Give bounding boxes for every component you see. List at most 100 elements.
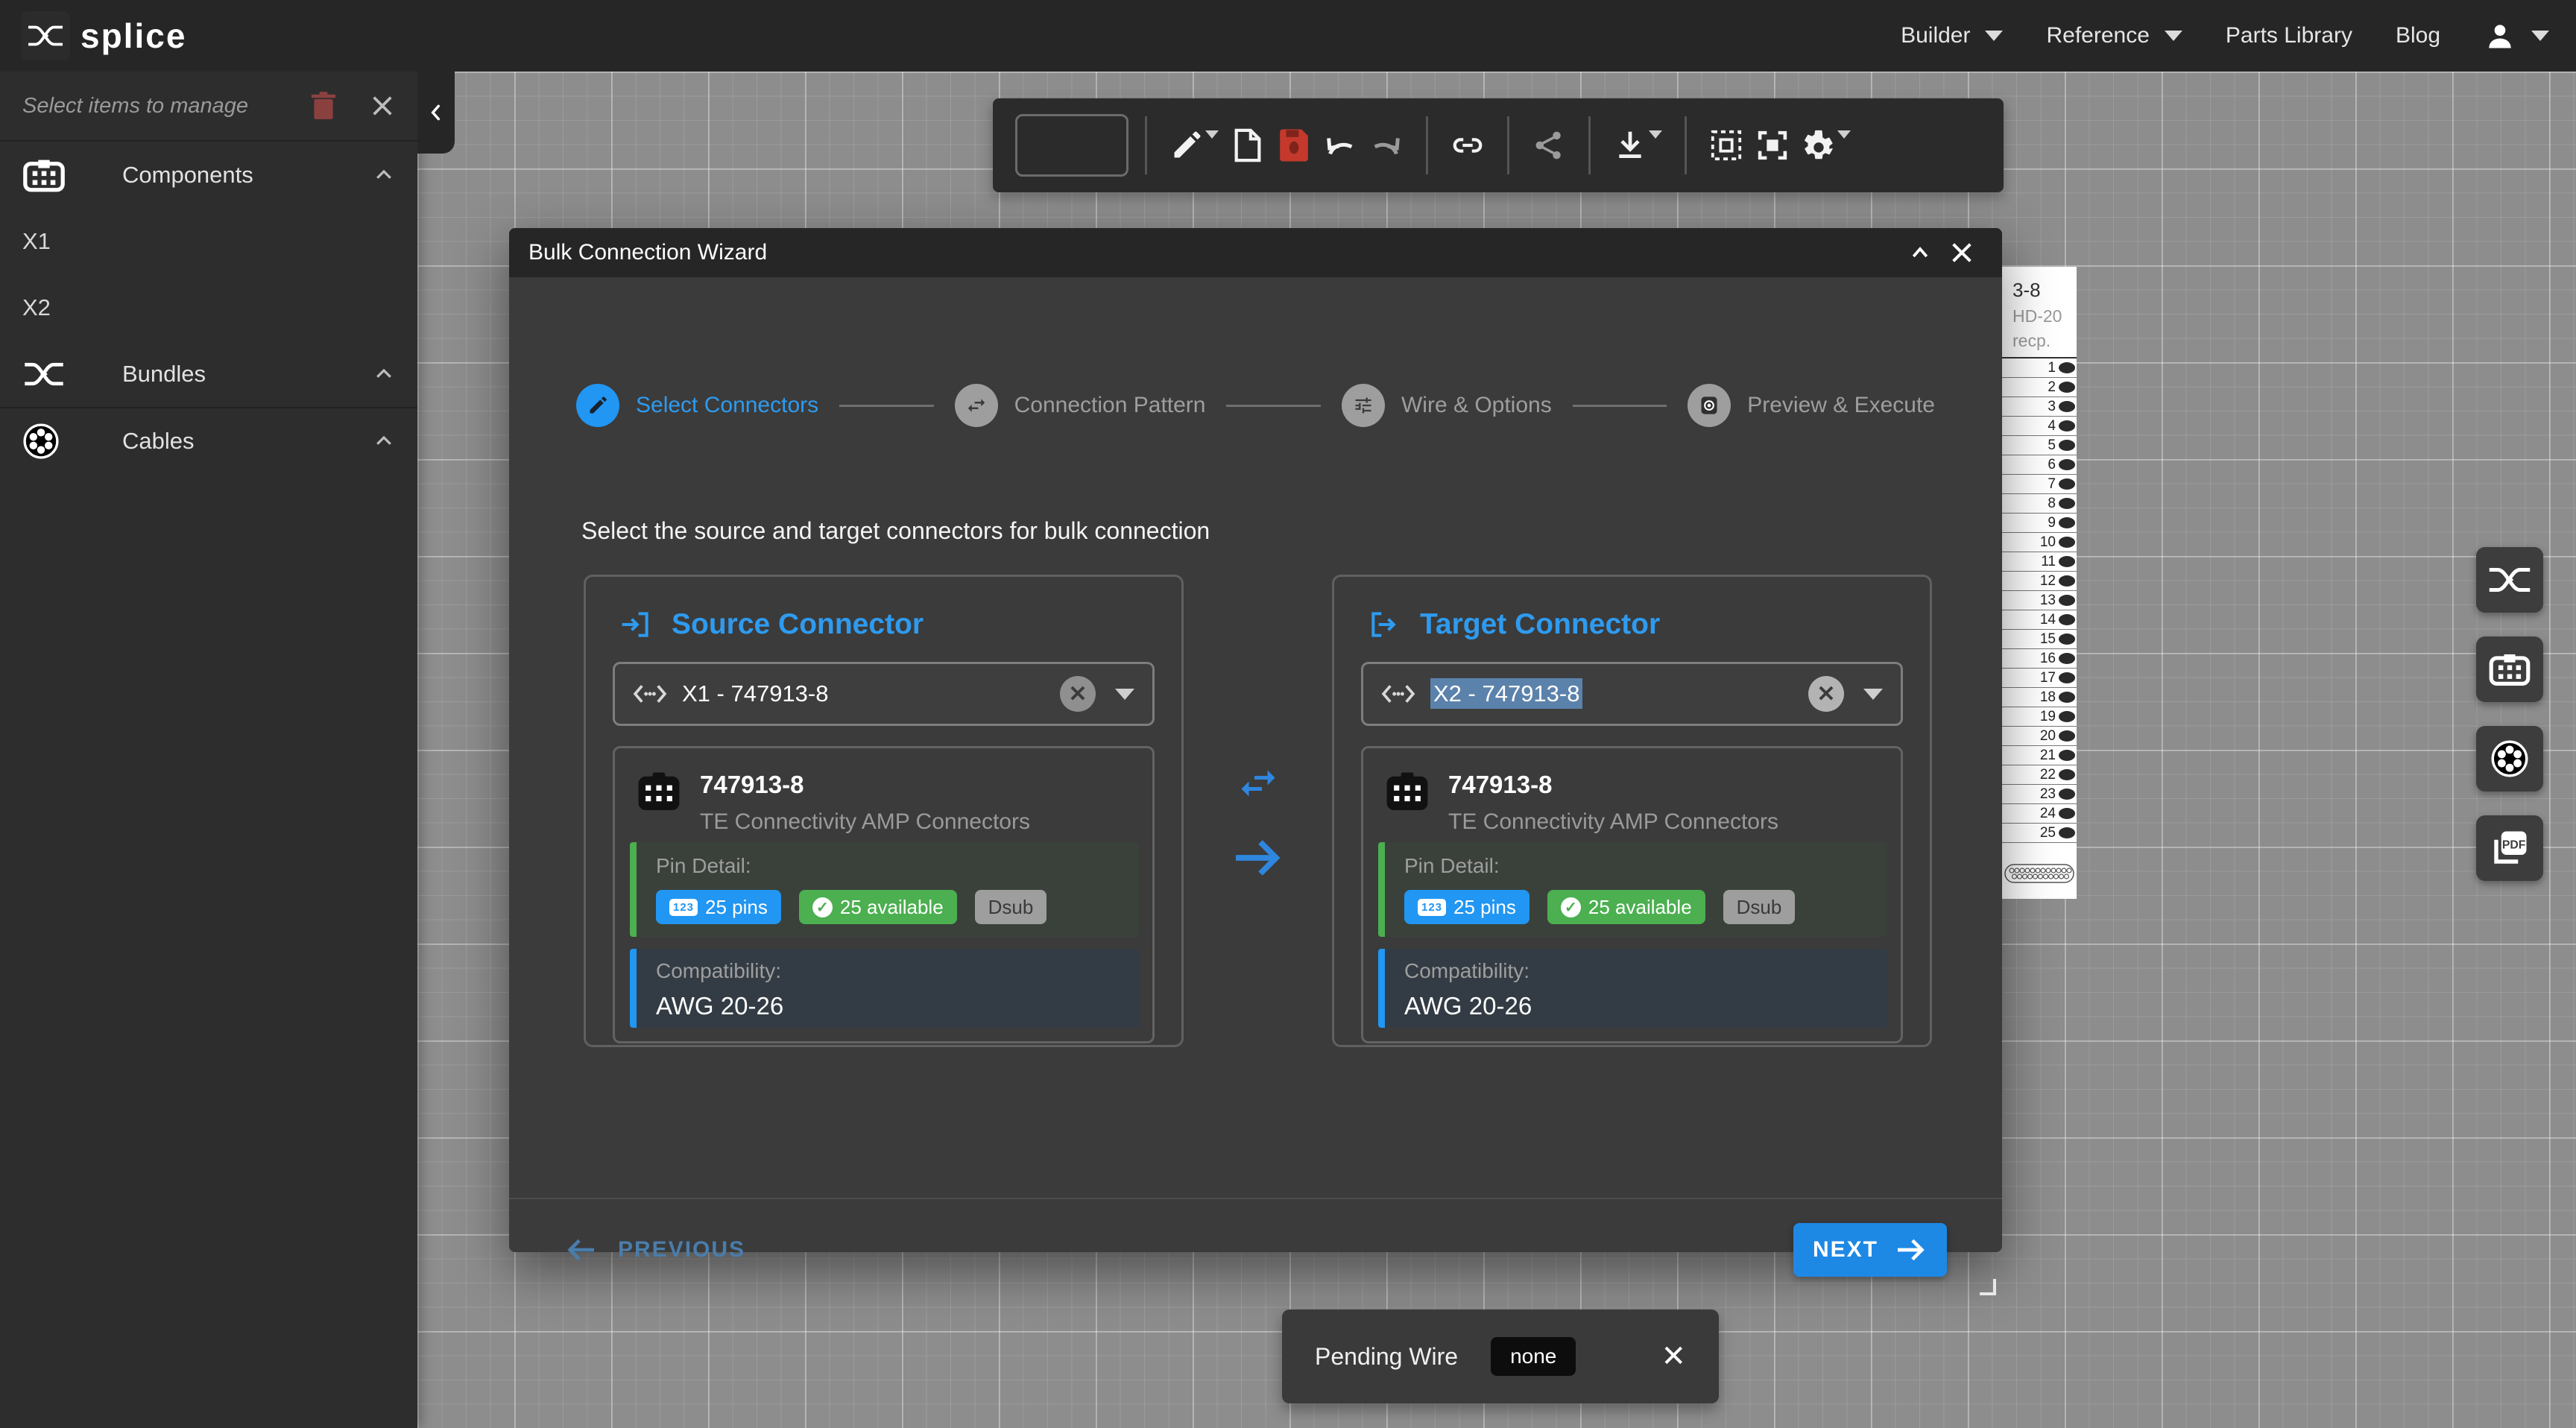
dialog-titlebar[interactable]: Bulk Connection Wizard — [509, 228, 2002, 277]
download-button[interactable] — [1607, 114, 1653, 177]
link-button[interactable] — [1445, 114, 1491, 177]
step-wire-options[interactable]: Wire & Options — [1342, 384, 1552, 427]
add-cable-button[interactable] — [2476, 726, 2543, 792]
trash-icon[interactable] — [310, 91, 337, 121]
connector-datasheet-preview[interactable]: 3-8 HD-20 recp. 123456789101112131415161… — [2002, 267, 2077, 899]
next-button[interactable]: NEXT — [1793, 1223, 1947, 1277]
pin-detail-label: Pin Detail: — [656, 854, 1139, 878]
sidebar-section-components[interactable]: Components — [0, 142, 417, 208]
preview-step-icon — [1688, 384, 1731, 427]
app-logo[interactable]: splice — [0, 11, 186, 60]
part-pin-row: 2 — [2002, 378, 2077, 397]
compatibility-box: Compatibility: AWG 20-26 — [630, 949, 1139, 1028]
share-button[interactable] — [1526, 114, 1572, 177]
dialog-close-button[interactable] — [1941, 232, 1983, 274]
sidebar-section-bundles[interactable]: Bundles — [0, 341, 417, 407]
undo-button[interactable] — [1317, 114, 1363, 177]
add-splice-button[interactable] — [2476, 547, 2543, 613]
part-pin-row: 11 — [2002, 552, 2077, 572]
toast-close-icon[interactable]: ✕ — [1661, 1342, 1686, 1371]
toolbar-divider — [1426, 116, 1428, 174]
dialog-collapse-button[interactable] — [1899, 232, 1941, 274]
chevron-up-icon — [1909, 241, 1931, 264]
user-menu[interactable] — [2484, 19, 2549, 52]
top-navigation: Builder Reference Parts Library Blog — [1901, 0, 2549, 72]
download-dropdown-caret[interactable] — [1649, 139, 1662, 152]
user-icon — [2484, 19, 2516, 52]
previous-button[interactable]: PREVIOUS — [564, 1236, 745, 1263]
target-select-value: X2 - 747913-8 — [1430, 680, 1808, 707]
sidebar-section-cables[interactable]: Cables — [0, 407, 417, 473]
sidebar-item-x2[interactable]: X2 — [0, 274, 417, 341]
dialog-body: Select Connectors Connection Pattern Wir… — [509, 277, 2002, 1199]
part-connector-icon — [636, 771, 682, 812]
clear-target-button[interactable]: ✕ — [1808, 676, 1844, 712]
clear-source-button[interactable]: ✕ — [1060, 676, 1096, 712]
dialog-title: Bulk Connection Wizard — [528, 240, 1899, 265]
selected-text-highlight: X2 - 747913-8 — [1430, 678, 1582, 709]
check-icon: ✓ — [1561, 897, 1581, 917]
nav-reference[interactable]: Reference — [2046, 23, 2182, 48]
close-selection-icon[interactable] — [370, 93, 395, 119]
sidebar-collapse-button[interactable] — [417, 72, 455, 154]
wizard-steps: Select Connectors Connection Pattern Wir… — [576, 376, 1935, 435]
chevron-up-icon[interactable] — [373, 363, 395, 385]
chevron-down-icon — [1115, 689, 1134, 700]
source-icon — [619, 608, 652, 641]
settings-gear-button[interactable] — [1796, 114, 1842, 177]
nav-blog[interactable]: Blog — [2396, 23, 2440, 48]
chevron-left-icon — [426, 103, 446, 122]
new-file-button[interactable] — [1225, 114, 1271, 177]
diagram-name-input[interactable] — [1015, 114, 1128, 177]
tune-step-icon — [1342, 384, 1385, 427]
pin-contact-dot — [2059, 730, 2075, 742]
wire-side-label: wire side — [2012, 898, 2077, 899]
part-pin-row: 16 — [2002, 649, 2077, 669]
select-region-button[interactable] — [1703, 114, 1749, 177]
swap-direction-icon[interactable] — [1236, 761, 1281, 806]
part-pin-row: 1 — [2002, 358, 2077, 378]
target-part-detail: 747913-8 TE Connectivity AMP Connectors … — [1361, 746, 1903, 1043]
topbar: splice Builder Reference Parts Library B… — [0, 0, 2576, 72]
part-pin-row: 25 — [2002, 824, 2077, 843]
sidebar-header: Select items to manage — [0, 72, 417, 142]
toolbar-divider — [1507, 116, 1509, 174]
wizard-instruction: Select the source and target connectors … — [581, 517, 1210, 545]
edit-pencil-button[interactable] — [1164, 114, 1210, 177]
add-connector-button[interactable] — [2476, 636, 2543, 702]
settings-dropdown-caret[interactable] — [1837, 139, 1851, 152]
app-name: splice — [80, 16, 186, 56]
pin-contact-dot — [2059, 750, 2075, 761]
right-tool-palette: PDF — [2476, 547, 2543, 881]
part-pin-row: 24 — [2002, 804, 2077, 824]
sidebar-item-x1[interactable]: X1 — [0, 208, 417, 274]
cable-cross-section-icon — [22, 423, 69, 460]
target-connector-select[interactable]: X2 - 747913-8 ✕ — [1361, 662, 1903, 726]
nav-builder[interactable]: Builder — [1901, 23, 2003, 48]
chevron-down-icon — [1985, 31, 2003, 41]
arrow-right-icon — [1895, 1236, 1928, 1263]
select-items-placeholder[interactable]: Select items to manage — [22, 94, 310, 119]
pending-wire-toast: Pending Wire none ✕ — [1282, 1309, 1719, 1403]
step-connection-pattern[interactable]: Connection Pattern — [955, 384, 1206, 427]
edit-dropdown-caret[interactable] — [1205, 139, 1219, 152]
compatibility-label: Compatibility: — [1404, 959, 1887, 983]
export-pdf-button[interactable]: PDF — [2476, 815, 2543, 881]
nav-parts-library[interactable]: Parts Library — [2226, 23, 2352, 48]
pin-contact-dot — [2059, 672, 2075, 683]
pending-wire-label: Pending Wire — [1315, 1343, 1458, 1371]
step-preview-execute[interactable]: Preview & Execute — [1688, 384, 1935, 427]
save-button[interactable] — [1271, 114, 1317, 177]
pin-contact-dot — [2059, 537, 2075, 548]
dialog-resize-handle[interactable] — [1980, 1279, 1996, 1295]
part-pin-row: 14 — [2002, 610, 2077, 630]
redo-button[interactable] — [1363, 114, 1409, 177]
fit-view-button[interactable] — [1749, 114, 1796, 177]
step-select-connectors[interactable]: Select Connectors — [576, 384, 818, 427]
part-pin-row: 18 — [2002, 688, 2077, 707]
chevron-up-icon[interactable] — [373, 164, 395, 186]
chevron-up-icon[interactable] — [373, 430, 395, 452]
compatibility-label: Compatibility: — [656, 959, 1139, 983]
pattern-step-icon — [955, 384, 998, 427]
source-connector-select[interactable]: X1 - 747913-8 ✕ — [613, 662, 1155, 726]
